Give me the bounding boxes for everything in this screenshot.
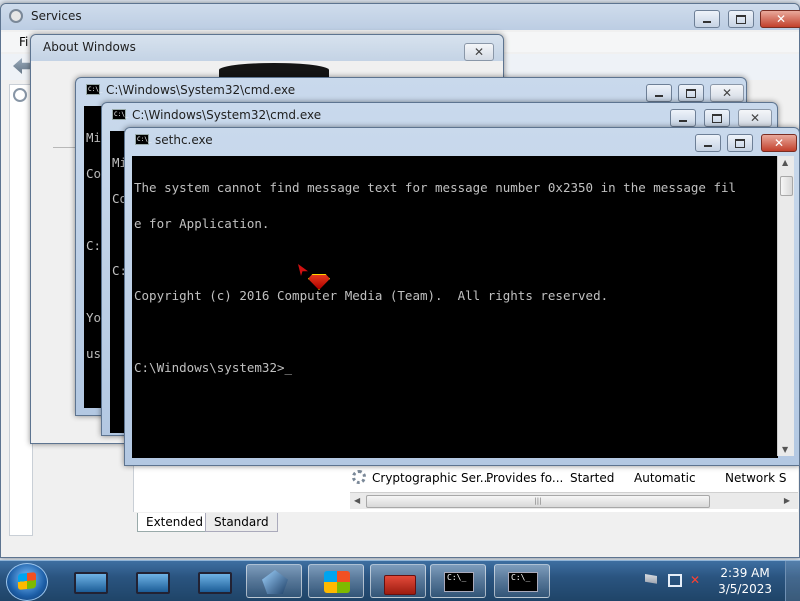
- clock-time: 2:39 AM: [720, 566, 770, 580]
- show-desktop-button[interactable]: [785, 561, 800, 601]
- tab-extended[interactable]: Extended: [137, 513, 212, 532]
- taskbar-app-2[interactable]: [124, 564, 180, 598]
- sethc-vscrollbar[interactable]: ▲ ▼: [777, 156, 794, 456]
- services-menu-file[interactable]: Fi: [19, 35, 28, 49]
- scroll-right-arrow-icon[interactable]: ▶: [784, 496, 790, 505]
- cmd2-close-button[interactable]: ✕: [738, 109, 772, 127]
- services-list-pane: Cryptographic Ser... Provides fo... Star…: [133, 460, 798, 512]
- services-hscrollbar[interactable]: ◀ ||| ▶: [350, 492, 798, 509]
- console-line: e for Application.: [134, 216, 270, 231]
- toolbox-icon: [384, 575, 416, 595]
- action-center-flag-icon[interactable]: [645, 574, 657, 584]
- clock-date: 3/5/2023: [718, 582, 772, 596]
- services-titlebar[interactable]: Services ✕: [1, 4, 800, 30]
- scroll-down-arrow-icon[interactable]: ▼: [782, 445, 788, 454]
- scroll-left-arrow-icon[interactable]: ◀: [354, 496, 360, 505]
- cmd1-close-button[interactable]: ✕: [710, 84, 744, 102]
- taskbar-cmd-1[interactable]: C:\_: [430, 564, 486, 598]
- about-banner-logo: [219, 63, 329, 77]
- monitor-icon: [74, 572, 108, 594]
- cmd-icon: C:\_: [135, 134, 152, 145]
- cmd-icon: C:\_: [508, 572, 538, 592]
- console-line: The system cannot find message text for …: [134, 180, 737, 195]
- sethc-vscroll-thumb[interactable]: [780, 176, 793, 196]
- services-tabs: Extended Standard: [133, 512, 797, 532]
- cmd-icon: C:\_: [444, 572, 474, 592]
- sethc-minimize-button[interactable]: [695, 134, 721, 152]
- cmd1-maximize-button[interactable]: [678, 84, 704, 102]
- service-status: Started: [570, 471, 615, 485]
- services-tree-icon: [13, 88, 27, 102]
- service-logon: Network S: [725, 471, 787, 485]
- services-title: Services: [31, 9, 82, 23]
- crystal-icon: [262, 570, 288, 594]
- volume-muted-icon[interactable]: ✕: [690, 573, 706, 588]
- service-row-cryptographic[interactable]: Cryptographic Ser... Provides fo... Star…: [350, 468, 798, 488]
- tab-standard[interactable]: Standard: [205, 513, 278, 532]
- system-clock[interactable]: 2:39 AM 3/5/2023: [718, 565, 772, 597]
- about-title: About Windows: [43, 40, 136, 54]
- service-description: Provides fo...: [486, 471, 564, 485]
- scroll-up-arrow-icon[interactable]: ▲: [782, 158, 788, 167]
- taskbar-app-3[interactable]: [186, 564, 242, 598]
- console-line: Copyright (c) 2016 Computer Media (Team)…: [134, 288, 609, 303]
- cmd2-title: C:\Windows\System32\cmd.exe: [132, 108, 322, 122]
- monitor-icon: [198, 572, 232, 594]
- services-maximize-button[interactable]: [728, 10, 754, 28]
- monitor-icon: [136, 572, 170, 594]
- about-titlebar[interactable]: About Windows ✕: [31, 35, 503, 61]
- windows-logo-icon: [18, 572, 36, 590]
- cmd1-title: C:\Windows\System32\cmd.exe: [106, 83, 296, 97]
- taskbar: C:\_ C:\_ ✕ 2:39 AM 3/5/2023: [0, 560, 800, 601]
- service-startup-type: Automatic: [634, 471, 696, 485]
- service-name: Cryptographic Ser...: [372, 471, 492, 485]
- service-gear-icon: [352, 470, 366, 484]
- cmd2-maximize-button[interactable]: [704, 109, 730, 127]
- cmd2-minimize-button[interactable]: [670, 109, 696, 127]
- sethc-title: sethc.exe: [155, 133, 213, 147]
- sethc-maximize-button[interactable]: [727, 134, 753, 152]
- taskbar-app-6[interactable]: [370, 564, 426, 598]
- mouse-pointer-icon: [298, 264, 308, 276]
- cmd2-titlebar[interactable]: C:\_ C:\Windows\System32\cmd.exe ✕: [102, 103, 777, 129]
- taskbar-app-1[interactable]: [62, 564, 118, 598]
- taskbar-app-5[interactable]: [308, 564, 364, 598]
- sethc-close-button[interactable]: ✕: [761, 134, 797, 152]
- windows-flag-icon: [324, 571, 350, 593]
- cmd1-minimize-button[interactable]: [646, 84, 672, 102]
- back-arrow-icon[interactable]: [13, 58, 31, 74]
- services-close-button[interactable]: ✕: [760, 10, 800, 28]
- cmd-icon: C:\_: [112, 109, 129, 120]
- cmd-icon: C:\_: [86, 84, 103, 95]
- console-prompt: C:\Windows\system32>_: [134, 360, 293, 375]
- taskbar-app-4[interactable]: [246, 564, 302, 598]
- services-gear-icon: [9, 9, 23, 23]
- start-button[interactable]: [6, 563, 48, 601]
- sethc-titlebar[interactable]: C:\_ sethc.exe ✕: [125, 128, 799, 154]
- services-hscroll-thumb[interactable]: |||: [366, 495, 710, 508]
- services-minimize-button[interactable]: [694, 10, 720, 28]
- sethc-console[interactable]: The system cannot find message text for …: [132, 156, 778, 458]
- about-close-button[interactable]: ✕: [464, 43, 494, 61]
- cmd1-titlebar[interactable]: C:\_ C:\Windows\System32\cmd.exe ✕: [76, 78, 746, 104]
- network-icon[interactable]: [668, 574, 682, 587]
- taskbar-cmd-2[interactable]: C:\_: [494, 564, 550, 598]
- sethc-window: C:\_ sethc.exe ✕ The system cannot find …: [124, 127, 800, 466]
